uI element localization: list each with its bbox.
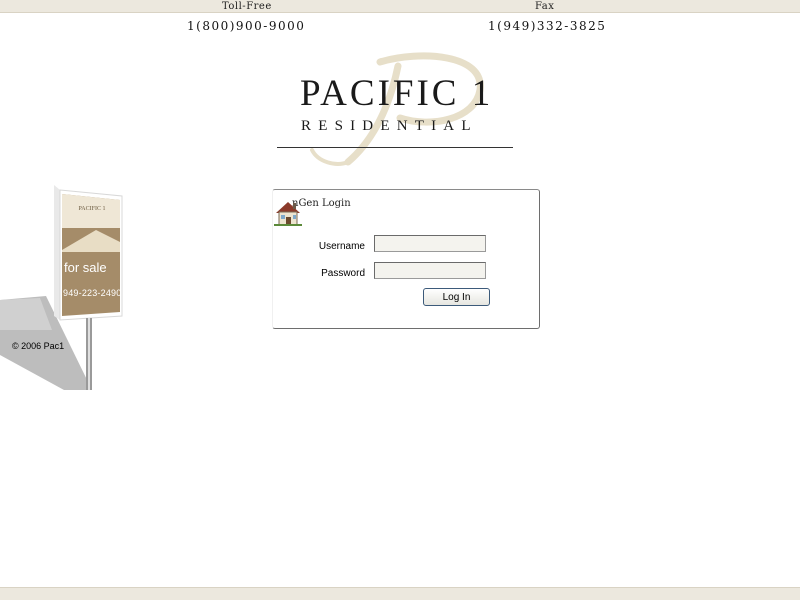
login-title: nGen Login bbox=[274, 198, 351, 226]
login-button[interactable]: Log In bbox=[423, 288, 490, 306]
house-icon bbox=[274, 200, 302, 229]
password-label: Password bbox=[321, 268, 365, 279]
toll-free-number: 1(800)900-9000 bbox=[187, 19, 306, 33]
logo-title: PACIFIC 1 bbox=[300, 73, 494, 114]
logo-divider bbox=[277, 147, 513, 148]
fax-label: Fax bbox=[535, 1, 555, 12]
login-panel: nGen Login Username Password Log In bbox=[272, 189, 540, 329]
for-sale-sign-image: PACIFIC 1 for sale 949-223-2490 bbox=[0, 180, 130, 395]
username-label: Username bbox=[318, 241, 365, 252]
username-input[interactable] bbox=[374, 235, 486, 252]
page: Toll-Free Fax 1(800)900-9000 1(949)332-3… bbox=[0, 0, 800, 600]
company-logo: PACIFIC 1 RESIDENTIAL bbox=[270, 50, 520, 170]
fax-number: 1(949)332-3825 bbox=[488, 19, 607, 33]
sign-phone: 949-223-2490 bbox=[63, 288, 122, 298]
toll-free-label: Toll-Free bbox=[222, 1, 272, 12]
top-contact-bar bbox=[0, 0, 800, 13]
sign-tagline: for sale bbox=[64, 260, 107, 275]
sign-brand: PACIFIC 1 bbox=[79, 206, 106, 212]
copyright-text: © 2006 Pac1 bbox=[12, 341, 65, 351]
logo-subtitle: RESIDENTIAL bbox=[301, 118, 478, 134]
bottom-bar bbox=[0, 587, 800, 600]
password-input[interactable] bbox=[374, 262, 486, 279]
